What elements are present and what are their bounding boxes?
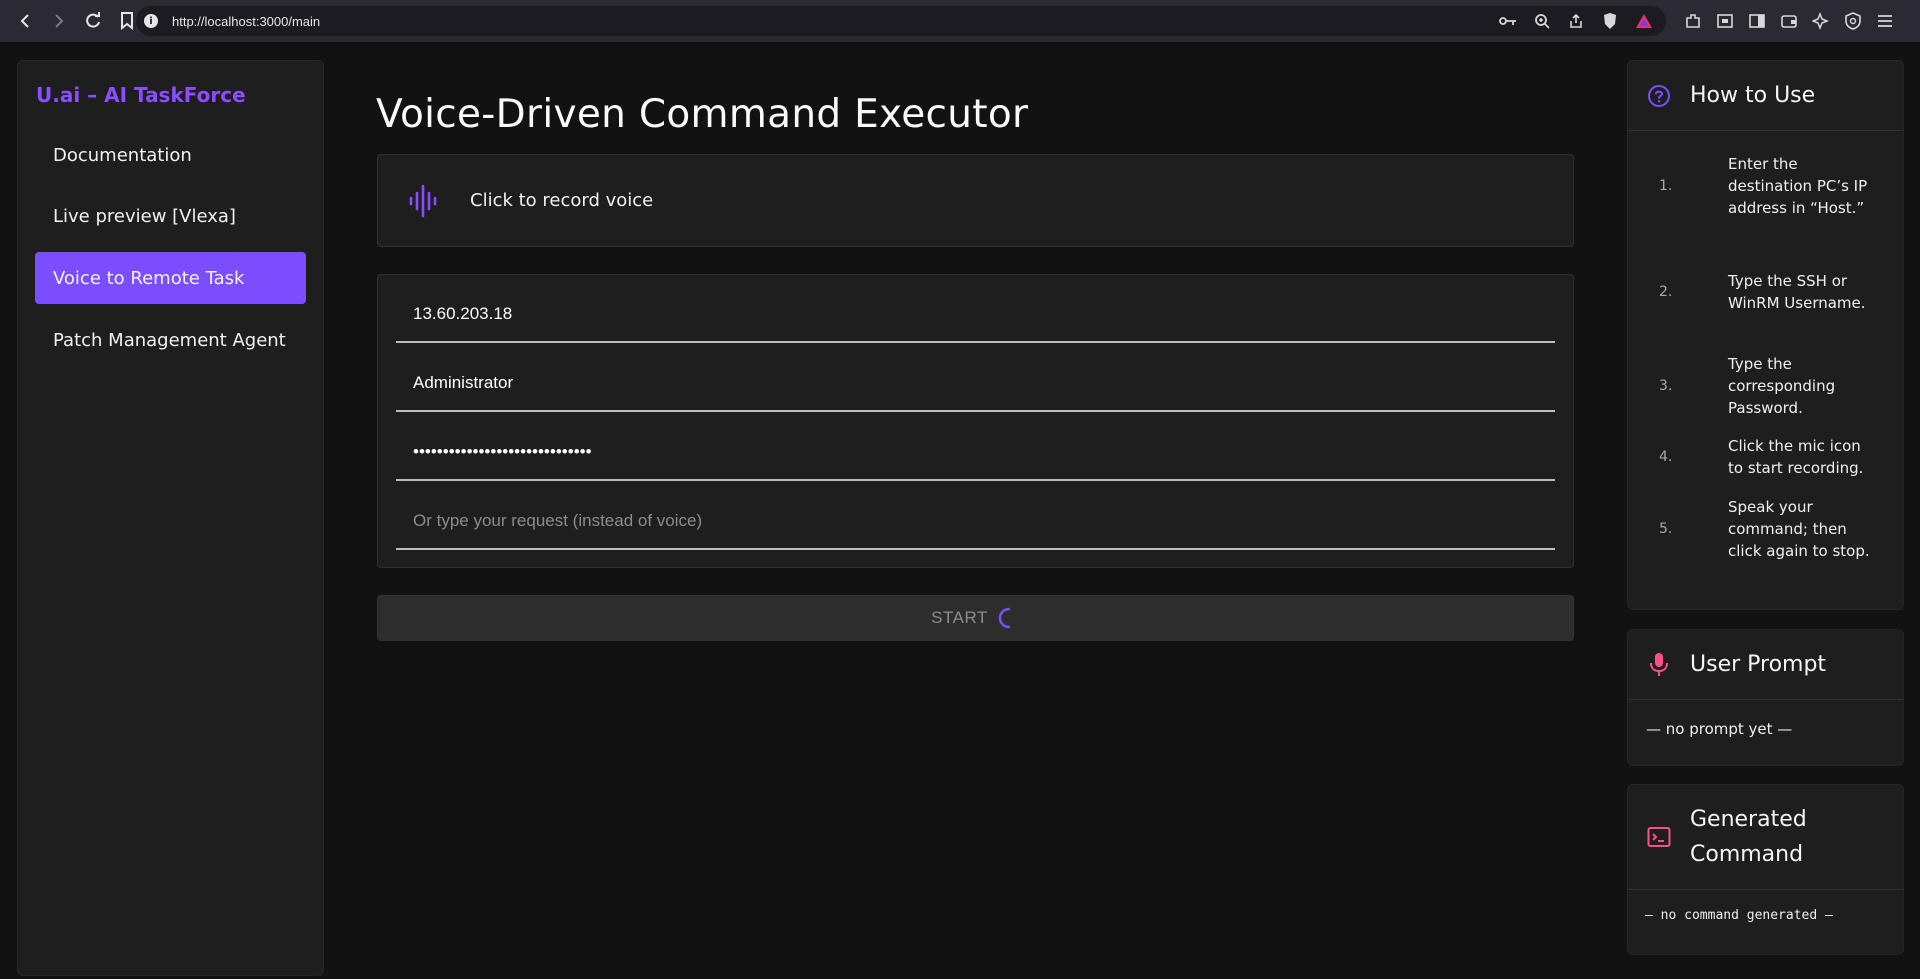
page-title: Voice-Driven Command Executor — [376, 92, 1029, 137]
sidebar-item-label: Documentation — [53, 144, 192, 166]
password-field — [396, 413, 1555, 481]
screenshot-icon[interactable] — [1712, 6, 1738, 36]
start-button[interactable]: START — [377, 595, 1574, 641]
user-prompt-panel: User Prompt — no prompt yet — — [1627, 629, 1904, 766]
step-text: Speak your command; then click again to … — [1728, 498, 1870, 560]
back-icon[interactable] — [10, 6, 40, 36]
request-field — [396, 482, 1555, 550]
sidebar-item-documentation[interactable]: Documentation — [35, 129, 306, 181]
host-input[interactable] — [396, 287, 1555, 341]
list-item: 4. Click the mic icon to start recording… — [1628, 435, 1903, 479]
list-item: 2. Type the SSH or WinRM Username. — [1628, 270, 1903, 314]
step-text: Type the corresponding Password. — [1728, 355, 1836, 417]
password-input[interactable] — [396, 425, 1555, 479]
user-prompt-header: User Prompt — [1628, 630, 1903, 700]
generated-command-panel: Generated Command — no command generated… — [1627, 784, 1904, 955]
waveform-icon — [409, 184, 437, 217]
start-label: START — [931, 608, 988, 627]
list-item: 1. Enter the destination PC’s IP address… — [1628, 153, 1903, 219]
list-item: 3. Type the corresponding Password. — [1628, 353, 1903, 419]
step-number: 1. — [1659, 178, 1673, 194]
connection-form — [377, 274, 1574, 568]
url-text[interactable]: http://localhost:3000/main — [172, 14, 320, 29]
user-prompt-title: User Prompt — [1690, 652, 1827, 677]
step-number: 5. — [1659, 521, 1673, 537]
brave-shield-icon[interactable] — [1598, 12, 1622, 30]
step-text: Type the SSH or WinRM Username. — [1728, 272, 1866, 312]
microphone-icon — [1646, 652, 1672, 678]
step-text: Click the mic icon to start recording. — [1728, 437, 1864, 477]
zoom-icon[interactable] — [1530, 12, 1554, 30]
sidebar-item-live-preview[interactable]: Live preview [Vlexa] — [35, 190, 306, 242]
vpn-icon[interactable] — [1840, 6, 1866, 36]
help-circle-icon — [1646, 83, 1672, 109]
generated-command-title: Generated Command — [1690, 807, 1807, 867]
key-icon[interactable] — [1496, 12, 1520, 30]
browser-toolbar: i http://localhost:3000/main — [0, 0, 1920, 42]
sidebar-item-patch-management-agent[interactable]: Patch Management Agent — [35, 314, 306, 366]
step-number: 2. — [1659, 284, 1673, 300]
extensions-icon[interactable] — [1680, 6, 1706, 36]
terminal-icon — [1646, 824, 1672, 850]
brand-title[interactable]: U.ai – AI TaskForce — [36, 83, 246, 107]
sidebar-item-label: Live preview [Vlexa] — [53, 205, 236, 227]
host-field — [396, 275, 1555, 343]
record-voice-button[interactable]: Click to record voice — [377, 154, 1574, 247]
step-number: 3. — [1659, 378, 1673, 394]
how-to-use-panel: How to Use 1. Enter the destination PC’s… — [1627, 60, 1904, 610]
sidebar-item-voice-to-remote-task[interactable]: Voice to Remote Task — [35, 252, 306, 304]
share-icon[interactable] — [1564, 12, 1588, 30]
how-to-use-title: How to Use — [1690, 83, 1816, 108]
username-input[interactable] — [396, 356, 1555, 410]
leo-ai-icon[interactable] — [1808, 6, 1834, 36]
menu-icon[interactable] — [1872, 6, 1898, 36]
list-item: 5. Speak your command; then click again … — [1628, 496, 1903, 562]
address-bar[interactable]: i http://localhost:3000/main — [136, 6, 1666, 36]
how-to-use-header: How to Use — [1628, 61, 1903, 131]
step-number: 4. — [1659, 449, 1673, 465]
sidebar-item-label: Voice to Remote Task — [53, 267, 245, 289]
wallet-icon[interactable] — [1776, 6, 1802, 36]
step-text: Enter the destination PC’s IP address in… — [1728, 155, 1868, 217]
generated-command-header: Generated Command — [1628, 785, 1903, 890]
user-prompt-text: — no prompt yet — — [1646, 720, 1793, 738]
request-input[interactable] — [396, 494, 1555, 548]
site-info-icon[interactable]: i — [144, 14, 158, 28]
brave-rewards-icon[interactable] — [1632, 12, 1656, 30]
sidebar-item-label: Patch Management Agent — [53, 329, 286, 351]
record-voice-label: Click to record voice — [470, 190, 654, 211]
sidebar: U.ai – AI TaskForce Documentation Live p… — [17, 60, 324, 976]
loading-spinner-icon — [998, 607, 1011, 629]
forward-icon[interactable] — [44, 6, 74, 36]
generated-command-text: — no command generated — — [1645, 908, 1833, 923]
username-field — [396, 344, 1555, 412]
sidebar-toggle-icon[interactable] — [1744, 6, 1770, 36]
reload-icon[interactable] — [78, 6, 108, 36]
